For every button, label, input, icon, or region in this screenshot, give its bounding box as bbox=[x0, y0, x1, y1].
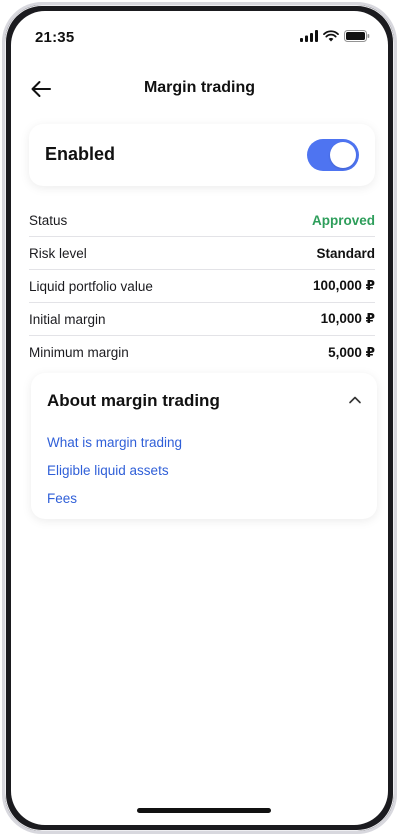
home-indicator[interactable] bbox=[137, 808, 271, 813]
status-value: Approved bbox=[311, 212, 375, 228]
link-eligible-liquid-assets[interactable]: Eligible liquid assets bbox=[47, 457, 182, 485]
about-links: What is margin trading Eligible liquid a… bbox=[47, 429, 182, 513]
page-title: Margin trading bbox=[143, 79, 256, 96]
detail-label: Liquid portfolio value bbox=[29, 278, 153, 294]
minimum-margin-value: 5,000 ₽ bbox=[328, 344, 375, 360]
link-fees[interactable]: Fees bbox=[47, 485, 182, 513]
enabled-toggle[interactable] bbox=[307, 139, 359, 171]
detail-label: Initial margin bbox=[29, 311, 106, 327]
detail-label: Risk level bbox=[29, 245, 87, 261]
detail-row-minimum-margin: Minimum margin 5,000 ₽ bbox=[29, 336, 375, 369]
risk-level-value: Standard bbox=[316, 245, 375, 261]
detail-label: Status bbox=[29, 212, 68, 228]
chevron-up-icon[interactable] bbox=[347, 392, 363, 408]
battery-icon bbox=[344, 30, 370, 42]
liquid-portfolio-value: 100,000 ₽ bbox=[313, 278, 375, 293]
signal-icon bbox=[300, 30, 318, 42]
link-what-is-margin-trading[interactable]: What is margin trading bbox=[47, 429, 182, 457]
enabled-label: Enabled bbox=[45, 144, 116, 164]
details-list: Status Approved Risk level Standard Liqu… bbox=[29, 204, 375, 369]
toggle-knob bbox=[330, 142, 356, 168]
about-card: About margin trading What is margin trad… bbox=[31, 373, 377, 519]
screen: 21:35 Margin trading Enabled Status Appr… bbox=[11, 11, 388, 825]
detail-row-status: Status Approved bbox=[29, 204, 375, 237]
enabled-card: Enabled bbox=[29, 124, 375, 186]
wifi-icon bbox=[323, 30, 339, 42]
phone-frame: 21:35 Margin trading Enabled Status Appr… bbox=[2, 2, 397, 834]
status-icons bbox=[300, 30, 370, 42]
header: Margin trading bbox=[11, 67, 388, 111]
status-bar: 21:35 bbox=[11, 11, 388, 59]
status-time: 21:35 bbox=[35, 29, 75, 46]
detail-label: Minimum margin bbox=[29, 345, 129, 360]
detail-row-initial-margin: Initial margin 10,000 ₽ bbox=[29, 303, 375, 336]
about-title[interactable]: About margin trading bbox=[47, 391, 220, 411]
detail-row-risk-level: Risk level Standard bbox=[29, 237, 375, 270]
initial-margin-value: 10,000 ₽ bbox=[320, 311, 375, 326]
detail-row-liquid-portfolio-value: Liquid portfolio value 100,000 ₽ bbox=[29, 270, 375, 303]
